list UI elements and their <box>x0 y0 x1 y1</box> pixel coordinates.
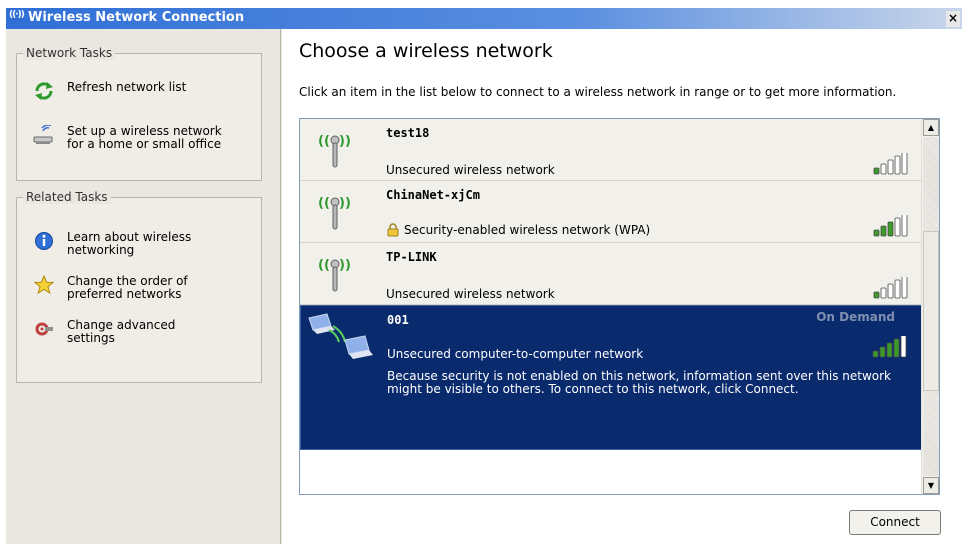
signal-bar <box>887 283 894 299</box>
refresh-network-list-label: Refresh network list <box>67 80 187 94</box>
svg-text:)): )) <box>339 134 351 149</box>
setup-wireless-network-label: Set up a wireless network for a home or … <box>67 124 222 151</box>
intro-text: Click an item in the list below to conne… <box>299 85 897 99</box>
access-point-icon: (( )) <box>318 196 351 230</box>
signal-bar <box>872 350 879 358</box>
setup-wireless-network-link[interactable]: Set up a wireless network for a home or … <box>33 125 222 151</box>
network-list-items: (( )) test18 Unsecured wireless network … <box>300 119 922 494</box>
network-name: test18 <box>386 126 430 140</box>
window-title: Wireless Network Connection <box>28 10 245 25</box>
setup-network-icon <box>33 125 55 145</box>
network-item-test18[interactable]: (( )) test18 Unsecured wireless network <box>300 119 922 181</box>
learn-about-wireless-label: Learn about wireless networking <box>67 230 192 257</box>
signal-bar <box>901 215 908 237</box>
network-item-tp-link[interactable]: (( )) TP-LINK Unsecured wireless network <box>300 243 922 305</box>
scroll-up-button[interactable]: ▲ <box>923 119 939 136</box>
change-advanced-settings-link[interactable]: Change advanced settings <box>33 319 175 345</box>
svg-text:((: (( <box>318 134 330 149</box>
window-body: Network Tasks Refresh network list Set u… <box>6 29 962 544</box>
task-pane: Network Tasks Refresh network list Set u… <box>6 29 281 544</box>
signal-strength-icon <box>873 215 908 237</box>
scrollbar-thumb[interactable] <box>923 231 939 391</box>
signal-bar <box>893 338 900 358</box>
svg-text:((: (( <box>318 196 330 211</box>
signal-bar <box>901 153 908 175</box>
signal-bar <box>887 159 894 175</box>
signal-bar <box>886 342 893 358</box>
signal-bar <box>894 217 901 237</box>
network-tasks-group: Network Tasks Refresh network list Set u… <box>16 46 262 181</box>
connect-button[interactable]: Connect <box>849 510 941 535</box>
refresh-icon <box>33 81 55 101</box>
settings-icon <box>33 319 55 339</box>
signal-bar <box>873 167 880 175</box>
signal-bar <box>901 277 908 299</box>
network-item-chinanet-xjcm[interactable]: (( )) ChinaNet-xjCm Security-enabled wir… <box>300 181 922 243</box>
network-security-warning: Because security is not enabled on this … <box>387 369 892 396</box>
signal-bar <box>887 221 894 237</box>
scroll-down-button[interactable]: ▼ <box>923 477 939 494</box>
signal-bar <box>900 336 907 358</box>
svg-text:)): )) <box>339 258 351 273</box>
info-icon <box>33 231 55 251</box>
network-tasks-legend: Network Tasks <box>23 46 116 60</box>
network-list[interactable]: (( )) test18 Unsecured wireless network … <box>299 118 940 495</box>
network-name: ChinaNet-xjCm <box>386 188 480 202</box>
related-tasks-legend: Related Tasks <box>23 190 111 204</box>
signal-bar <box>873 229 880 237</box>
network-status: Unsecured computer-to-computer network <box>387 347 644 361</box>
svg-text:((: (( <box>318 258 330 273</box>
network-name: TP-LINK <box>386 250 437 264</box>
signal-strength-icon <box>873 153 908 175</box>
related-tasks-group: Related Tasks Learn about wireless netwo… <box>16 190 262 383</box>
lock-icon <box>387 223 399 237</box>
network-status: Unsecured wireless network <box>386 287 555 301</box>
access-point-icon: (( )) <box>318 258 351 292</box>
signal-bar <box>879 346 886 358</box>
access-point-icon: (( )) <box>318 134 351 168</box>
change-advanced-settings-label: Change advanced settings <box>67 318 176 345</box>
star-icon <box>33 275 55 295</box>
network-list-scrollbar[interactable]: ▲ ▼ <box>921 119 939 494</box>
network-status: Unsecured wireless network <box>386 163 555 177</box>
ad-hoc-network-icon <box>308 313 373 359</box>
close-button[interactable]: × <box>946 11 960 27</box>
signal-bar <box>873 291 880 299</box>
title-bar: ((·)) Wireless Network Connection × <box>6 8 962 29</box>
wireless-icon: ((·)) <box>9 10 25 20</box>
main-pane: Choose a wireless network Click an item … <box>282 29 962 544</box>
change-network-order-link[interactable]: Change the order of preferred networks <box>33 275 188 301</box>
change-network-order-label: Change the order of preferred networks <box>67 274 188 301</box>
signal-bar <box>880 163 887 175</box>
svg-text:)): )) <box>339 196 351 211</box>
network-item-001[interactable]: 001 On Demand Unsecured computer-to-comp… <box>300 305 922 450</box>
learn-about-wireless-link[interactable]: Learn about wireless networking <box>33 231 191 257</box>
network-status: Security-enabled wireless network (WPA) <box>386 223 650 237</box>
signal-bar <box>880 287 887 299</box>
signal-bar <box>894 155 901 175</box>
on-demand-badge: On Demand <box>816 310 895 324</box>
signal-bar <box>880 225 887 237</box>
refresh-network-list-link[interactable]: Refresh network list <box>33 81 186 101</box>
network-name: 001 <box>387 313 409 327</box>
page-title: Choose a wireless network <box>299 40 553 62</box>
signal-strength-icon <box>873 277 908 299</box>
signal-strength-icon <box>872 336 907 358</box>
signal-bar <box>894 279 901 299</box>
